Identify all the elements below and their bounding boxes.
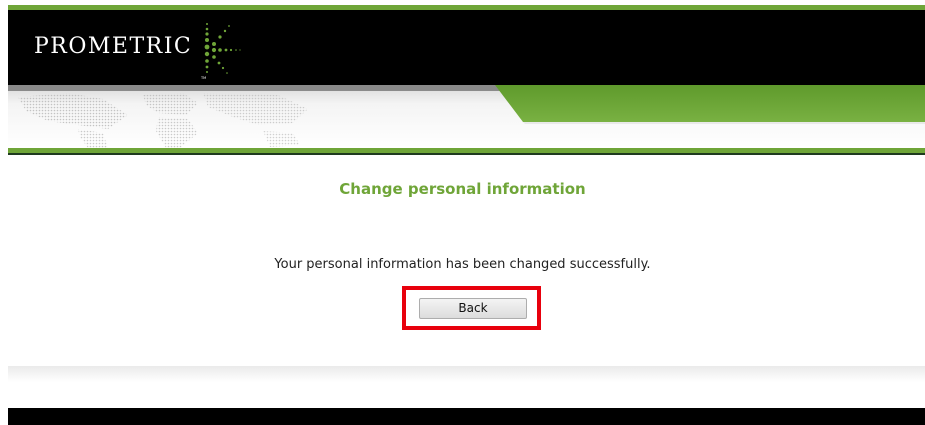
back-button[interactable]: Back bbox=[419, 298, 527, 319]
page: PROMETRIC TM Change personal information… bbox=[0, 0, 925, 425]
prometric-dots-logo-icon: TM bbox=[200, 23, 241, 80]
logo-text: PROMETRIC bbox=[34, 34, 193, 59]
trademark-mark: TM bbox=[200, 76, 206, 80]
green-banner-stripe bbox=[8, 85, 925, 124]
footer bbox=[8, 408, 925, 425]
content-bottom-shadow bbox=[8, 366, 925, 382]
header-divider-dark bbox=[8, 153, 925, 155]
page-title: Change personal information bbox=[339, 180, 586, 198]
highlight-box: Back bbox=[402, 286, 541, 330]
header-banner bbox=[8, 85, 925, 148]
header: PROMETRIC TM bbox=[8, 10, 925, 85]
success-message: Your personal information has been chang… bbox=[274, 257, 651, 272]
